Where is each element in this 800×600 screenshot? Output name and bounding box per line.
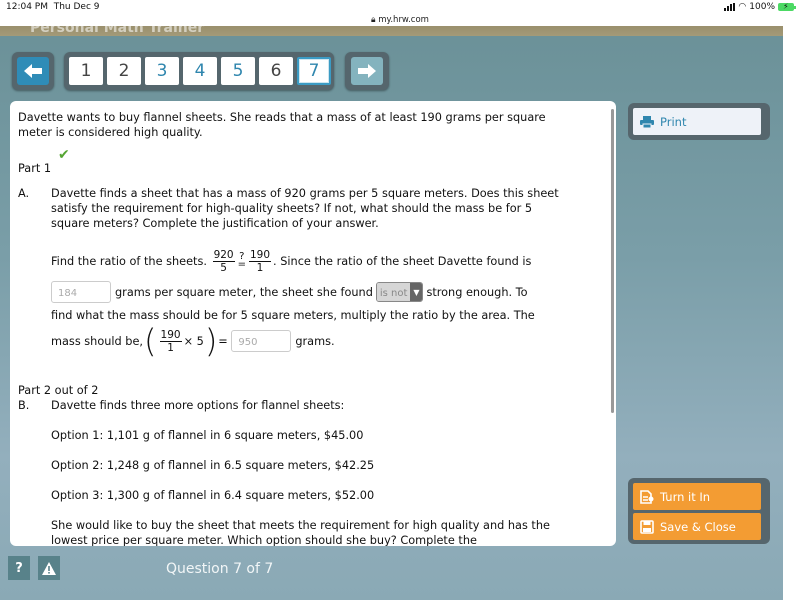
- part2-prompt: Davette finds three more options for fla…: [51, 399, 345, 412]
- part2-item: B. Davette finds three more options for …: [18, 398, 598, 413]
- fraction-190-1: 190 1: [249, 248, 272, 274]
- page-button-2[interactable]: 2: [107, 57, 141, 85]
- page-button-1[interactable]: 1: [69, 57, 103, 85]
- part2-followup: She would like to buy the sheet that mee…: [51, 519, 550, 546]
- times-text: × 5: [183, 334, 204, 348]
- submit-actions: Turn it In Save & Close: [628, 478, 770, 544]
- part1-label: Part 1 ✔: [18, 147, 70, 176]
- is-not-dropdown[interactable]: is not ▼: [375, 282, 424, 302]
- gpsm-text: grams per square meter, the sheet she fo…: [115, 285, 373, 299]
- question-panel: Davette wants to buy flannel sheets. She…: [10, 101, 616, 546]
- report-problem-button[interactable]: [38, 556, 60, 580]
- option-1: Option 1: 1,101 g of flannel in 6 square…: [51, 429, 364, 442]
- device-status-bar: 12:04 PM Thu Dec 9 ◠ 100% ⚡: [0, 0, 800, 14]
- battery-icon: ⚡: [778, 2, 796, 11]
- print-label: Print: [660, 114, 687, 129]
- left-paren: (: [144, 322, 157, 360]
- part1-letter: A.: [18, 187, 30, 200]
- question-counter: Question 7 of 7: [166, 561, 274, 577]
- prev-question-button[interactable]: [17, 57, 49, 85]
- equals-sign: =: [218, 334, 228, 348]
- page-button-6[interactable]: 6: [259, 57, 293, 85]
- fraction-190-1-b: 190 1: [159, 328, 182, 354]
- wifi-icon: ◠: [738, 2, 747, 12]
- part1-work: Find the ratio of the sheets. 920 5 ? = 19…: [51, 245, 571, 359]
- save-close-button[interactable]: Save & Close: [633, 513, 761, 540]
- warning-icon: [42, 561, 56, 575]
- printer-icon: [640, 115, 654, 128]
- arrow-right-icon: [358, 64, 376, 78]
- grams-text: grams.: [295, 334, 335, 348]
- find-line-text: find what the mass should be for 5 squar…: [51, 308, 535, 322]
- help-icon: ?: [15, 560, 23, 576]
- right-paren: ): [204, 322, 218, 360]
- part2-label: Part 2 out of 2: [18, 384, 99, 397]
- arrow-left-icon: [24, 64, 42, 78]
- ratio-answer-input[interactable]: 184: [51, 281, 111, 303]
- mass-answer-input[interactable]: 950: [231, 330, 292, 352]
- app-header: Personal Math Trainer: [0, 26, 783, 36]
- question-pager: 1 2 3 4 5 6 7: [64, 52, 334, 90]
- status-time: 12:04 PM Thu Dec 9: [6, 2, 100, 12]
- scrollbar[interactable]: [611, 109, 614, 413]
- part2-letter: B.: [18, 399, 30, 412]
- app-container: Personal Math Trainer 1 2 3 4 5 6 7 Dave…: [0, 26, 783, 600]
- next-question-container: [345, 52, 389, 90]
- checkmark-icon: ✔: [58, 147, 70, 163]
- compare-symbol: ? =: [237, 251, 246, 270]
- since-text: . Since the ratio of the sheet Davette f…: [273, 254, 532, 268]
- battery-percent: 100%: [749, 2, 775, 12]
- page-button-4[interactable]: 4: [183, 57, 217, 85]
- part1-prompt: Davette finds a sheet that has a mass of…: [51, 187, 559, 230]
- url-text: my.hrw.com: [378, 15, 429, 25]
- page-button-7[interactable]: 7: [297, 57, 331, 85]
- option-2: Option 2: 1,248 g of flannel in 6.5 squa…: [51, 459, 375, 472]
- fraction-920-5: 920 5: [212, 248, 235, 274]
- print-button[interactable]: Print: [633, 108, 761, 135]
- floppy-disk-icon: [640, 519, 654, 534]
- page-button-5[interactable]: 5: [221, 57, 255, 85]
- chevron-down-icon: ▼: [410, 283, 423, 301]
- help-button[interactable]: ?: [8, 556, 30, 580]
- page-button-3[interactable]: 3: [145, 57, 179, 85]
- next-question-button[interactable]: [351, 57, 383, 85]
- print-container: Print: [628, 103, 770, 140]
- strong-text: strong enough. To: [426, 285, 528, 299]
- status-right: ◠ 100% ⚡: [724, 2, 796, 12]
- question-intro: Davette wants to buy flannel sheets. She…: [18, 111, 546, 139]
- save-close-label: Save & Close: [660, 519, 736, 534]
- part1-item: A. Davette finds a sheet that has a mass…: [18, 186, 598, 231]
- find-ratio-text: Find the ratio of the sheets.: [51, 254, 207, 268]
- option-3: Option 3: 1,300 g of flannel in 6.4 squa…: [51, 489, 375, 502]
- turn-in-label: Turn it In: [660, 489, 711, 504]
- dropdown-value: is not: [376, 283, 411, 301]
- prev-question-container: [12, 52, 54, 90]
- url-bar[interactable]: 🔒︎ my.hrw.com: [0, 14, 800, 26]
- mass-text: mass should be,: [51, 334, 144, 348]
- signal-icon: [724, 3, 736, 11]
- document-submit-icon: [640, 489, 654, 504]
- turn-in-button[interactable]: Turn it In: [633, 483, 761, 510]
- app-title: Personal Math Trainer: [30, 26, 205, 36]
